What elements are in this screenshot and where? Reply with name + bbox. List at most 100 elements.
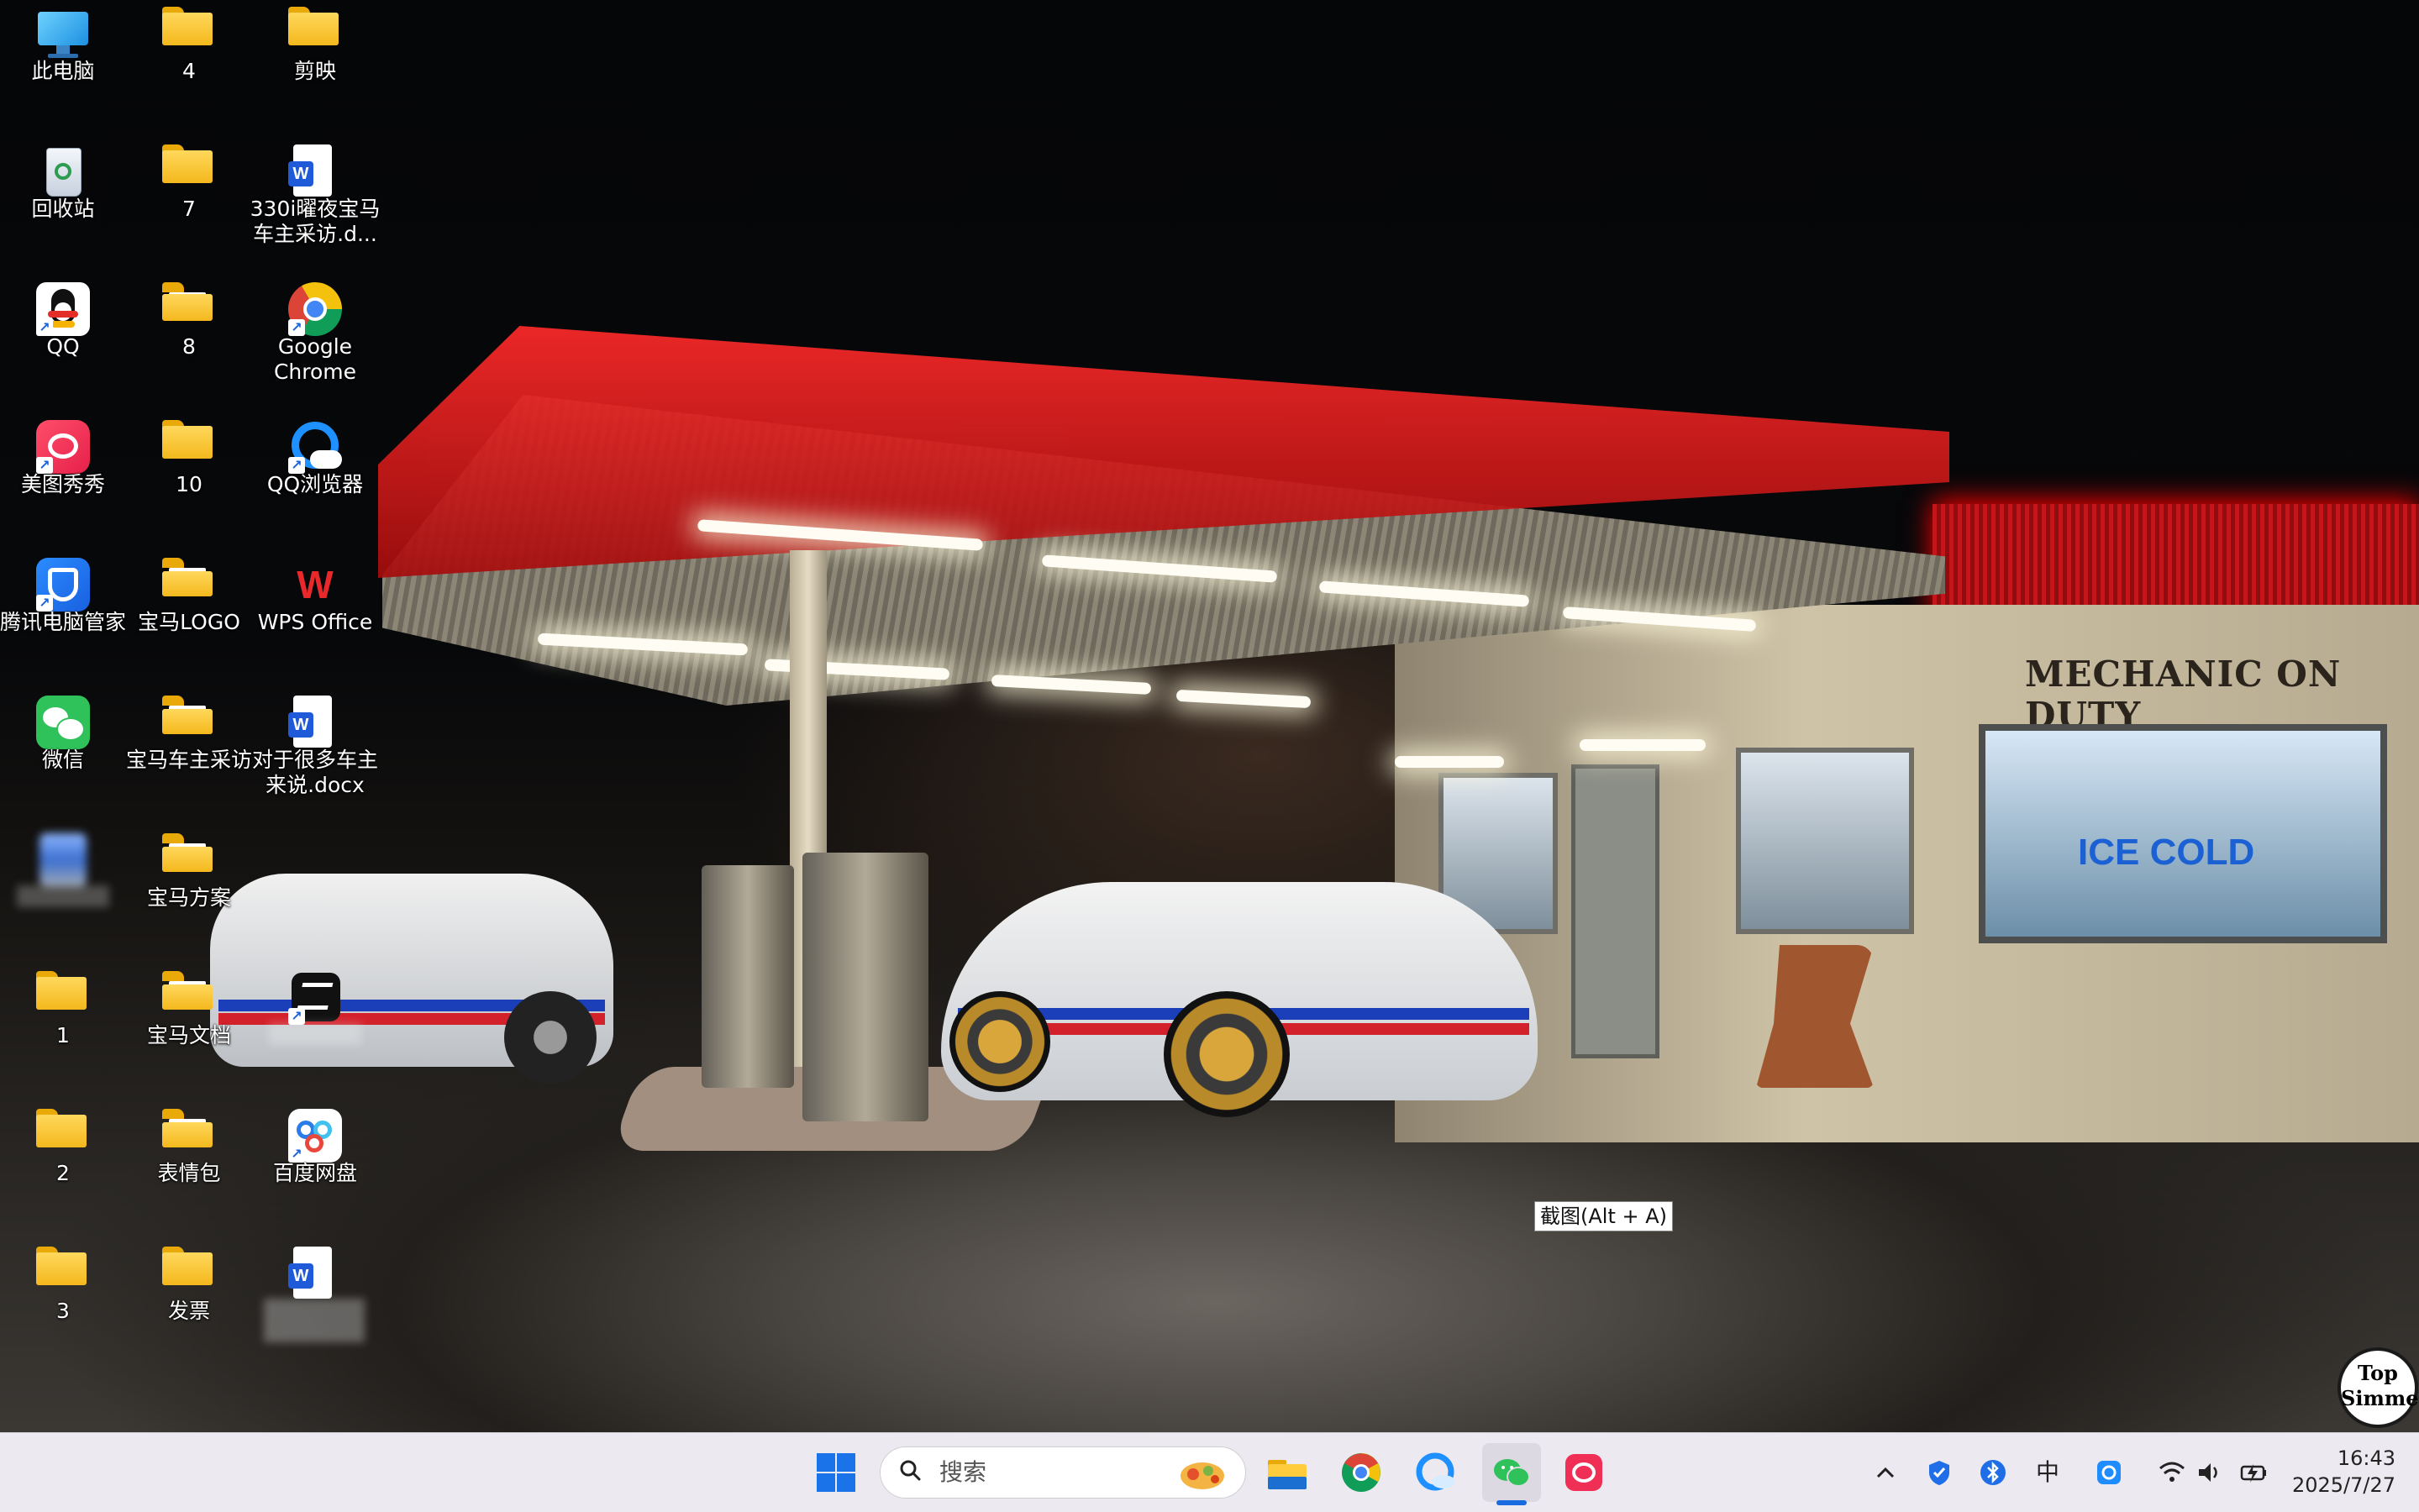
- folder-icon: [162, 1109, 216, 1163]
- icon-label: 宝马文档: [146, 1023, 231, 1047]
- folder-icon: [36, 1109, 90, 1163]
- icon-folder-2[interactable]: 2: [0, 1102, 126, 1228]
- icon-folder-1[interactable]: 1: [0, 964, 126, 1090]
- chevron-up-icon[interactable]: [1871, 1458, 1900, 1487]
- wallpaper-door: [1571, 764, 1659, 1058]
- taskbar-chrome[interactable]: [1332, 1443, 1391, 1502]
- meitu-icon: ↗: [36, 420, 90, 474]
- search-highlight-icon: [1181, 1462, 1224, 1489]
- file-explorer-icon: [1268, 1460, 1307, 1489]
- wechat-icon: [36, 696, 90, 749]
- icon-doc-blurred[interactable]: W: [252, 1240, 378, 1366]
- volume-icon[interactable]: [2196, 1458, 2224, 1487]
- icon-folder-bmw-interview[interactable]: 宝马车主采访: [126, 689, 252, 815]
- icon-this-pc[interactable]: 此电脑: [0, 0, 126, 126]
- icon-label: [269, 1023, 361, 1045]
- taskbar-search[interactable]: 搜索: [880, 1446, 1246, 1499]
- icon-folder-8[interactable]: 8: [126, 276, 252, 402]
- wallpaper-station-roof: [1933, 504, 2419, 622]
- icon-capcut[interactable]: ↗: [252, 964, 378, 1090]
- baidu-netdisk-icon: ↗: [288, 1109, 342, 1163]
- icon-folder-4[interactable]: 4: [126, 0, 252, 126]
- icon-tencent-pc-manager[interactable]: ↗ 腾讯电脑管家: [0, 551, 126, 677]
- wallpaper-car-main: [941, 882, 1538, 1117]
- wallpaper-window-text: ICE COLD: [2078, 832, 2255, 873]
- bluetooth-icon[interactable]: [1979, 1458, 2007, 1487]
- wechat-icon: [1494, 1459, 1530, 1487]
- folder-icon: [162, 1247, 216, 1300]
- icon-label: 宝马方案: [146, 885, 231, 910]
- folder-icon: [36, 971, 90, 1025]
- word-document-icon: W: [288, 696, 342, 749]
- icon-folder-invoice[interactable]: 发票: [126, 1240, 252, 1366]
- icon-folder-jianying[interactable]: 剪映: [252, 0, 378, 126]
- icon-folder-bmw-docs[interactable]: 宝马文档: [126, 964, 252, 1090]
- icon-folder-bmw-logo[interactable]: 宝马LOGO: [126, 551, 252, 677]
- folder-icon: [162, 696, 216, 749]
- battery-charging-icon[interactable]: [2239, 1458, 2268, 1487]
- icon-wechat[interactable]: 微信: [0, 689, 126, 815]
- icon-folder-bmw-plan[interactable]: 宝马方案: [126, 827, 252, 953]
- icon-label: 330i曜夜宝马车主采访.d...: [250, 197, 381, 246]
- icon-folder-stickers[interactable]: 表情包: [126, 1102, 252, 1228]
- icon-baidu-netdisk[interactable]: ↗ 百度网盘: [252, 1102, 378, 1228]
- icon-meitu[interactable]: ↗ 美图秀秀: [0, 413, 126, 539]
- icon-folder-3[interactable]: 3: [0, 1240, 126, 1366]
- icon-label: 表情包: [157, 1161, 221, 1185]
- icon-google-chrome[interactable]: ↗ Google Chrome: [252, 276, 378, 402]
- search-icon: [900, 1460, 921, 1481]
- recycle-bin-icon: [36, 144, 90, 198]
- wallpaper-light: [1175, 689, 1312, 709]
- icon-label: 发票: [167, 1299, 210, 1323]
- taskbar-file-explorer[interactable]: [1258, 1443, 1317, 1502]
- icon-label: 宝马车主采访: [125, 748, 252, 772]
- icon-folder-7[interactable]: 7: [126, 138, 252, 264]
- folder-icon: [162, 833, 216, 887]
- shield-icon[interactable]: [1925, 1458, 1954, 1487]
- taskbar-meitu[interactable]: [1554, 1443, 1613, 1502]
- top-simmer-watermark[interactable]: Top Simmer: [2337, 1347, 2419, 1428]
- icon-label: 4: [182, 59, 196, 83]
- icon-qq-browser[interactable]: ↗ QQ浏览器: [252, 413, 378, 539]
- icon-label: QQ: [46, 334, 80, 359]
- icon-label: Google Chrome: [273, 334, 357, 384]
- desktop: MECHANIC ON DUTY ICE COLD 此电脑 回收站 ↗ QQ ↗…: [0, 0, 2419, 1432]
- icon-label: 剪映: [293, 59, 336, 83]
- taskbar-qq-browser[interactable]: [1407, 1443, 1465, 1502]
- clock-time: 16:43: [2337, 1446, 2395, 1470]
- shield-icon: ↗: [36, 558, 90, 612]
- taskbar-wechat[interactable]: [1482, 1443, 1541, 1502]
- taskbar-clock[interactable]: 16:43 2025/7/27: [2292, 1445, 2395, 1499]
- icon-doc-bmw-interview[interactable]: W 330i曜夜宝马车主采访.d...: [250, 138, 380, 264]
- word-document-icon: W: [288, 1247, 342, 1300]
- icon-folder-10[interactable]: 10: [126, 413, 252, 539]
- icon-label: 宝马LOGO: [138, 610, 240, 634]
- wallpaper-shop-window: ICE COLD: [1979, 724, 2387, 943]
- icon-recycle-bin[interactable]: 回收站: [0, 138, 126, 264]
- icon-label: 腾讯电脑管家: [0, 610, 126, 634]
- icon-label: 3: [56, 1299, 70, 1323]
- icon-label: 对于很多车主来说.docx: [251, 748, 378, 797]
- wallpaper-pump: [802, 853, 928, 1121]
- start-button[interactable]: [807, 1443, 865, 1502]
- icon-doc-car-owners[interactable]: W 对于很多车主来说.docx: [252, 689, 378, 815]
- wallpaper-light: [1580, 739, 1706, 751]
- icon-blurred-app[interactable]: [0, 827, 126, 953]
- chrome-icon: [1342, 1453, 1380, 1492]
- wallpaper-pump: [702, 865, 794, 1088]
- icon-qq[interactable]: ↗ QQ: [0, 276, 126, 402]
- search-placeholder: 搜索: [939, 1458, 987, 1486]
- clock-date: 2025/7/27: [2291, 1473, 2395, 1497]
- icon-label: 7: [182, 197, 196, 221]
- meitu-icon: [1565, 1454, 1602, 1491]
- wifi-icon[interactable]: [2158, 1458, 2186, 1487]
- active-app-indicator: [1496, 1500, 1527, 1505]
- folder-icon: [162, 558, 216, 612]
- ime-indicator[interactable]: 中: [2033, 1458, 2062, 1487]
- folder-icon: [162, 144, 216, 198]
- chrome-icon: ↗: [288, 282, 342, 336]
- qq-penguin-icon: ↗: [36, 282, 90, 336]
- monitor-icon: [36, 7, 90, 60]
- icon-wps-office[interactable]: W WPS Office: [252, 551, 378, 677]
- tencent-meeting-icon[interactable]: [2095, 1458, 2123, 1487]
